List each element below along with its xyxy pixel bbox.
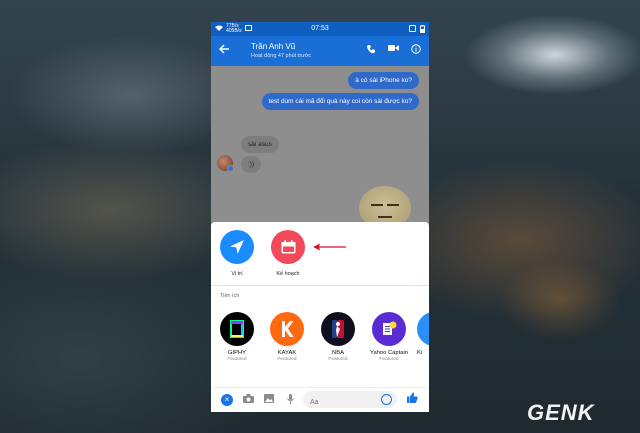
giphy-logo-icon	[220, 312, 254, 346]
message-input-wrap	[303, 391, 397, 411]
close-icon[interactable]: ×	[221, 394, 233, 406]
message-bubble-outgoing[interactable]: à có sài iPhone ko?	[348, 72, 419, 89]
extension-name: KAYAK	[277, 350, 297, 356]
annotation-arrow-icon	[313, 243, 346, 251]
extension-tag: Featured	[379, 357, 399, 362]
image-icon[interactable]	[264, 394, 274, 406]
phone-screen: 77B/s 405B/s 07:53 Trần Anh Vũ Hoạt động…	[211, 22, 429, 412]
microphone-icon[interactable]	[287, 394, 294, 407]
conversation-header: Trần Anh Vũ Hoạt động 47 phút trước	[211, 36, 429, 66]
genk-watermark: GENK	[527, 400, 595, 425]
extension-nba[interactable]: NBA Featured	[315, 312, 361, 362]
extension-tag: Featured	[328, 357, 348, 362]
message-bubble-incoming[interactable]: sài asus	[241, 136, 279, 153]
extension-partial[interactable]: Ki	[417, 312, 429, 356]
camera-icon[interactable]	[243, 394, 254, 406]
header-actions	[366, 44, 421, 57]
extension-name: Yahoo Captain	[370, 350, 408, 356]
info-icon[interactable]	[411, 44, 421, 57]
status-bar: 77B/s 405B/s 07:53	[211, 22, 429, 36]
messenger-badge-icon	[227, 165, 234, 172]
thumbs-up-icon[interactable]	[407, 392, 418, 406]
emoji-icon[interactable]	[381, 394, 392, 405]
extension-logo-icon	[417, 312, 429, 346]
extension-name: Ki	[417, 350, 423, 356]
status-right	[409, 25, 425, 35]
section-divider	[211, 285, 429, 286]
avatar[interactable]	[217, 155, 234, 172]
phone-icon[interactable]	[366, 44, 376, 57]
alarm-icon	[409, 25, 416, 35]
action-location[interactable]: Vị trí	[217, 230, 257, 277]
sticker-mouth	[378, 216, 392, 218]
location-arrow-icon[interactable]	[220, 230, 254, 264]
extension-giphy[interactable]: GIPHY Featured	[214, 312, 260, 362]
composer-bar: ×	[211, 387, 429, 412]
yahoo-captain-logo-icon	[372, 312, 406, 346]
sticker-eye-left	[371, 204, 383, 206]
message-thread: à có sài iPhone ko? test dùm cái mã đổi …	[211, 66, 429, 230]
status-time: 07:53	[311, 25, 329, 32]
arrow-left-icon[interactable]	[219, 42, 230, 57]
message-bubble-outgoing[interactable]: test dùm cái mã đổi quà này coi còn sài …	[261, 93, 419, 110]
extension-tag: Featured	[227, 357, 247, 362]
video-camera-icon[interactable]	[388, 44, 399, 57]
extensions-section-title: Tiện ích	[220, 293, 240, 299]
action-plan[interactable]: Kế hoạch	[268, 230, 308, 277]
activity-status: Hoạt động 47 phút trước	[251, 53, 312, 59]
extension-tag: Featured	[277, 357, 297, 362]
action-label: Vị trí	[231, 271, 243, 277]
kayak-logo-icon	[270, 312, 304, 346]
message-bubble-incoming[interactable]: :))	[241, 156, 262, 173]
extension-kayak[interactable]: KAYAK Featured	[264, 312, 310, 362]
extension-name: NBA	[332, 350, 344, 356]
calendar-icon[interactable]	[271, 230, 305, 264]
nba-logo-icon	[321, 312, 355, 346]
contact-name[interactable]: Trần Anh Vũ	[251, 42, 295, 51]
battery-icon	[420, 25, 425, 35]
extension-name: GIPHY	[227, 350, 247, 356]
sticker-eye-right	[387, 204, 399, 206]
extension-yahoo-captain[interactable]: Yahoo Captain Featured	[366, 312, 412, 362]
message-input[interactable]	[303, 394, 380, 411]
action-label: Kế hoạch	[276, 271, 300, 277]
